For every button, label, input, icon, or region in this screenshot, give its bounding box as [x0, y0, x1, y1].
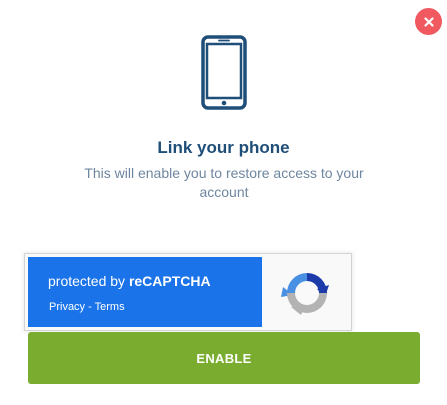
close-icon [423, 16, 434, 27]
close-button[interactable] [415, 8, 442, 35]
enable-button[interactable]: ENABLE [28, 332, 420, 384]
recaptcha-logo-icon[interactable] [279, 265, 335, 321]
dialog-subtitle: This will enable you to restore access t… [84, 165, 364, 200]
recaptcha-links: Privacy - Terms [49, 301, 125, 313]
recaptcha-protected-text: protected by reCAPTCHA [48, 273, 211, 289]
recaptcha-protected-prefix: protected by [48, 273, 129, 289]
recaptcha-badge[interactable]: protected by reCAPTCHA Privacy - Terms [24, 253, 352, 331]
recaptcha-brand: reCAPTCHA [128, 273, 211, 289]
recaptcha-info-panel: protected by reCAPTCHA Privacy - Terms [28, 257, 262, 327]
smartphone-icon [201, 35, 247, 110]
link-phone-dialog: Link your phone This will enable you to … [0, 0, 447, 405]
recaptcha-privacy-link[interactable]: Privacy [49, 301, 85, 313]
recaptcha-link-separator: - [85, 301, 95, 313]
dialog-title: Link your phone [157, 138, 290, 157]
recaptcha-terms-link[interactable]: Terms [95, 301, 125, 313]
